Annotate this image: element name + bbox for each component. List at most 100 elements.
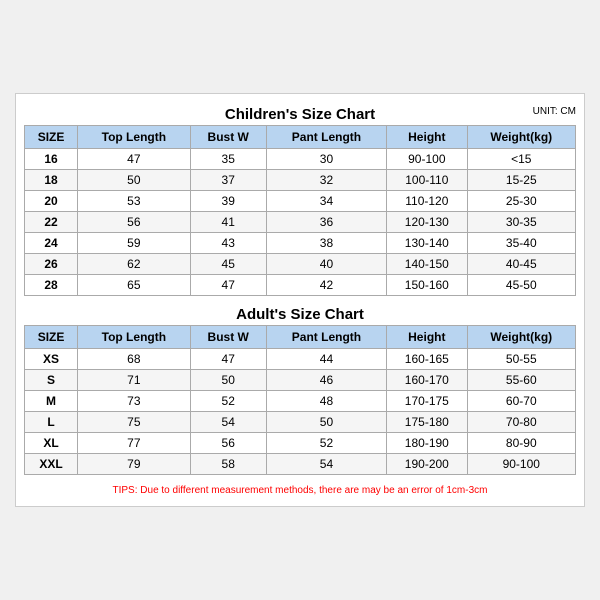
list-item: 130-140 — [387, 233, 467, 254]
table-row: XXL795854190-20090-100 — [25, 454, 576, 475]
list-item: 62 — [78, 254, 191, 275]
list-item: 90-100 — [387, 149, 467, 170]
list-item: 52 — [190, 391, 266, 412]
list-item: 39 — [190, 191, 266, 212]
adult-title-text: Adult's Size Chart — [236, 306, 364, 323]
list-item: 55-60 — [467, 370, 575, 391]
list-item: 41 — [190, 212, 266, 233]
list-item: 30-35 — [467, 212, 575, 233]
list-item: 32 — [266, 170, 386, 191]
list-item: 43 — [190, 233, 266, 254]
list-item: 47 — [190, 275, 266, 296]
list-item: 52 — [266, 433, 386, 454]
children-header-height: Height — [387, 126, 467, 149]
list-item: M — [25, 391, 78, 412]
list-item: 40 — [266, 254, 386, 275]
list-item: 53 — [78, 191, 191, 212]
list-item: 150-160 — [387, 275, 467, 296]
list-item: 180-190 — [387, 433, 467, 454]
list-item: 35 — [190, 149, 266, 170]
table-row: 24594338130-14035-40 — [25, 233, 576, 254]
list-item: 50-55 — [467, 349, 575, 370]
list-item: 16 — [25, 149, 78, 170]
list-item: 160-170 — [387, 370, 467, 391]
list-item: 68 — [78, 349, 191, 370]
table-row: 26624540140-15040-45 — [25, 254, 576, 275]
list-item: 190-200 — [387, 454, 467, 475]
table-row: 28654742150-16045-50 — [25, 275, 576, 296]
children-section-title: Children's Size Chart UNIT: CM — [24, 102, 576, 125]
list-item: 54 — [266, 454, 386, 475]
adult-header-weight: Weight(kg) — [467, 326, 575, 349]
children-header-bust-w: Bust W — [190, 126, 266, 149]
list-item: <15 — [467, 149, 575, 170]
list-item: 50 — [78, 170, 191, 191]
list-item: 70-80 — [467, 412, 575, 433]
list-item: 40-45 — [467, 254, 575, 275]
list-item: 28 — [25, 275, 78, 296]
list-item: 34 — [266, 191, 386, 212]
list-item: 22 — [25, 212, 78, 233]
table-row: 1647353090-100<15 — [25, 149, 576, 170]
adult-header-bust-w: Bust W — [190, 326, 266, 349]
unit-label: UNIT: CM — [533, 106, 576, 117]
adult-header-row: SIZE Top Length Bust W Pant Length Heigh… — [25, 326, 576, 349]
list-item: 50 — [190, 370, 266, 391]
list-item: 18 — [25, 170, 78, 191]
children-title-text: Children's Size Chart — [225, 106, 375, 123]
list-item: L — [25, 412, 78, 433]
list-item: XS — [25, 349, 78, 370]
table-row: XS684744160-16550-55 — [25, 349, 576, 370]
list-item: 44 — [266, 349, 386, 370]
list-item: 25-30 — [467, 191, 575, 212]
table-row: L755450175-18070-80 — [25, 412, 576, 433]
children-header-row: SIZE Top Length Bust W Pant Length Heigh… — [25, 126, 576, 149]
list-item: XXL — [25, 454, 78, 475]
list-item: 47 — [78, 149, 191, 170]
children-header-pant-length: Pant Length — [266, 126, 386, 149]
list-item: 54 — [190, 412, 266, 433]
list-item: 120-130 — [387, 212, 467, 233]
list-item: 110-120 — [387, 191, 467, 212]
chart-container: Children's Size Chart UNIT: CM SIZE Top … — [15, 93, 585, 507]
adult-header-height: Height — [387, 326, 467, 349]
list-item: 75 — [78, 412, 191, 433]
list-item: 24 — [25, 233, 78, 254]
list-item: 65 — [78, 275, 191, 296]
adult-header-pant-length: Pant Length — [266, 326, 386, 349]
list-item: 20 — [25, 191, 78, 212]
list-item: S — [25, 370, 78, 391]
list-item: 45-50 — [467, 275, 575, 296]
list-item: 77 — [78, 433, 191, 454]
list-item: 60-70 — [467, 391, 575, 412]
list-item: 160-165 — [387, 349, 467, 370]
list-item: 36 — [266, 212, 386, 233]
list-item: 80-90 — [467, 433, 575, 454]
table-row: XL775652180-19080-90 — [25, 433, 576, 454]
list-item: 73 — [78, 391, 191, 412]
children-header-size: SIZE — [25, 126, 78, 149]
table-row: M735248170-17560-70 — [25, 391, 576, 412]
list-item: 30 — [266, 149, 386, 170]
list-item: 58 — [190, 454, 266, 475]
list-item: 59 — [78, 233, 191, 254]
adult-section-title: Adult's Size Chart — [24, 302, 576, 325]
children-header-top-length: Top Length — [78, 126, 191, 149]
list-item: XL — [25, 433, 78, 454]
list-item: 50 — [266, 412, 386, 433]
table-row: 22564136120-13030-35 — [25, 212, 576, 233]
list-item: 100-110 — [387, 170, 467, 191]
list-item: 35-40 — [467, 233, 575, 254]
list-item: 47 — [190, 349, 266, 370]
list-item: 42 — [266, 275, 386, 296]
list-item: 45 — [190, 254, 266, 275]
table-row: 18503732100-11015-25 — [25, 170, 576, 191]
children-size-table: SIZE Top Length Bust W Pant Length Heigh… — [24, 125, 576, 296]
list-item: 26 — [25, 254, 78, 275]
adult-header-top-length: Top Length — [78, 326, 191, 349]
list-item: 48 — [266, 391, 386, 412]
list-item: 56 — [78, 212, 191, 233]
table-row: S715046160-17055-60 — [25, 370, 576, 391]
list-item: 140-150 — [387, 254, 467, 275]
adult-size-table: SIZE Top Length Bust W Pant Length Heigh… — [24, 325, 576, 475]
